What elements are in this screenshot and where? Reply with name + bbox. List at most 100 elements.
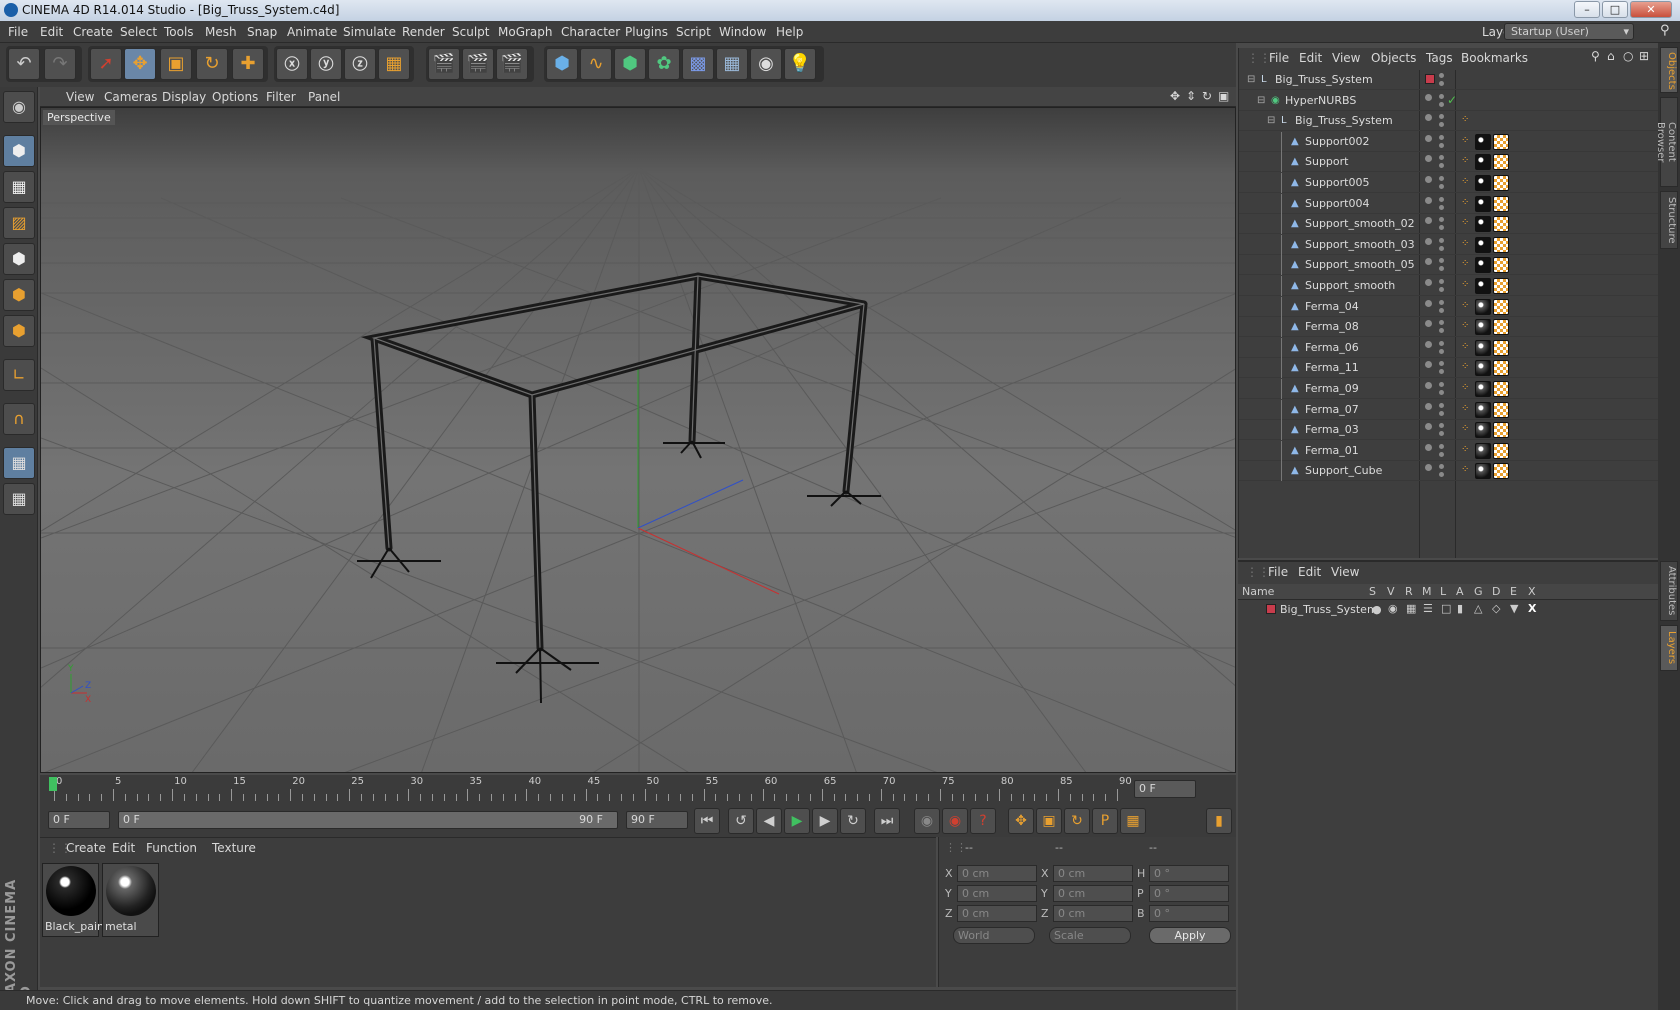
layer-row[interactable]: Big_Truss_System ● ◉ ▦ ☰ □ ▮ △ ◇ ▼ X	[1238, 601, 1658, 618]
undo-icon[interactable]: ↶	[8, 48, 40, 80]
render-visibility-dot[interactable]	[1439, 361, 1444, 367]
material-tag-icon[interactable]	[1475, 298, 1491, 315]
layer-generator-icon[interactable]: △	[1474, 602, 1482, 615]
render-visibility-dot[interactable]	[1439, 142, 1444, 148]
render-visibility-dot[interactable]	[1439, 340, 1444, 346]
size-z-field[interactable]: 0 cm	[1053, 905, 1133, 922]
editor-visibility-dot[interactable]	[1425, 423, 1432, 431]
workplane-lock-icon[interactable]: ▦	[3, 447, 35, 479]
key-scale-icon[interactable]: ▣	[1036, 808, 1062, 834]
cube-icon[interactable]: ⬢	[546, 48, 578, 80]
deformer-icon[interactable]: ▩	[682, 48, 714, 80]
render-visibility-dot[interactable]	[1439, 81, 1444, 86]
phong-tag-icon[interactable]: ⁘	[1461, 381, 1471, 397]
goto-prev-key-icon[interactable]: ↺	[728, 808, 754, 834]
uvw-tag-icon[interactable]	[1493, 360, 1509, 377]
timeline-ruler[interactable]: 0 5 10 15 20 25 30 35 40 45 50 55 60 65 70 75 80 85 90 0 F	[40, 775, 1236, 805]
render-visibility-dot[interactable]	[1439, 237, 1444, 243]
render-visibility-dot[interactable]	[1439, 163, 1444, 169]
tab-structure[interactable]: Structure	[1660, 191, 1678, 249]
home-icon[interactable]: ⌂	[1607, 49, 1615, 63]
uvw-tag-icon[interactable]	[1493, 175, 1509, 191]
layer-render-icon[interactable]: ▦	[1406, 602, 1416, 615]
render-visibility-dot[interactable]	[1439, 225, 1444, 231]
object-row[interactable]: ▲ Support005 ⁘	[1239, 173, 1659, 193]
layer-manager-icon[interactable]: ☰	[1423, 602, 1433, 615]
keyframe-selection-icon[interactable]: ?	[970, 808, 996, 834]
phong-tag-icon[interactable]: ⁘	[1461, 237, 1471, 253]
menu-simulate[interactable]: Simulate	[343, 25, 396, 39]
workplane-grid-icon[interactable]: ▦	[3, 483, 35, 515]
position-z-field[interactable]: 0 cm	[957, 905, 1037, 922]
render-visibility-dot[interactable]	[1439, 73, 1444, 78]
object-row[interactable]: ▲ Support_smooth_05 ⁘	[1239, 255, 1659, 276]
uvw-tag-icon[interactable]	[1493, 463, 1509, 480]
end-frame-field[interactable]: 90 F	[626, 811, 688, 829]
viewport-menu-display[interactable]: Display	[162, 90, 206, 104]
render-visibility-dot[interactable]	[1439, 443, 1444, 449]
coord-system-select[interactable]: World	[953, 927, 1035, 944]
phong-tag-icon[interactable]: ⁘	[1461, 113, 1471, 129]
editor-visibility-dot[interactable]	[1425, 258, 1432, 266]
recent-tool-icon[interactable]: ✚	[232, 48, 264, 80]
menu-edit[interactable]: Edit	[40, 25, 63, 39]
viewport-maximize-icon[interactable]: ▣	[1218, 89, 1229, 103]
object-row[interactable]: ▲ Ferma_07 ⁘	[1239, 399, 1659, 420]
menu-snap[interactable]: Snap	[247, 25, 277, 39]
material-swatch[interactable]: metal	[102, 863, 159, 937]
menu-select[interactable]: Select	[120, 25, 157, 39]
material-tag-icon[interactable]	[1475, 442, 1491, 459]
uvw-tag-icon[interactable]	[1493, 422, 1509, 439]
z-axis-lock-icon[interactable]: ⓩ	[344, 48, 376, 80]
layer-menu-file[interactable]: File	[1268, 565, 1288, 579]
layer-menu-view[interactable]: View	[1331, 565, 1359, 579]
material-tag-icon[interactable]	[1475, 401, 1491, 418]
layer-solo-icon[interactable]: ●	[1372, 603, 1382, 616]
tab-attributes[interactable]: Attributes	[1660, 561, 1678, 621]
material-swatch[interactable]: Black_pain	[42, 863, 104, 937]
layer-animation-icon[interactable]: ▮	[1457, 602, 1463, 615]
maximize-button[interactable]: □	[1602, 1, 1628, 18]
render-visibility-dot[interactable]	[1439, 287, 1444, 292]
goto-start-icon[interactable]: ⏮	[694, 808, 720, 834]
layer-expression-icon[interactable]: ▼	[1510, 602, 1518, 615]
editor-visibility-dot[interactable]	[1425, 155, 1432, 163]
y-axis-lock-icon[interactable]: ⓨ	[310, 48, 342, 80]
render-visibility-dot[interactable]	[1439, 348, 1444, 354]
editor-visibility-dot[interactable]	[1425, 340, 1432, 348]
menu-tools[interactable]: Tools	[164, 25, 194, 39]
frame-range-slider[interactable]: 0 F 90 F	[118, 811, 618, 829]
key-parameter-icon[interactable]: P	[1092, 808, 1118, 834]
workplane-mode-icon[interactable]: ▨	[3, 207, 35, 239]
redo-icon[interactable]: ↷	[44, 48, 76, 80]
object-menu-tags[interactable]: Tags	[1426, 51, 1453, 65]
phong-tag-icon[interactable]: ⁘	[1461, 278, 1471, 294]
object-row[interactable]: ▲ Ferma_11 ⁘	[1239, 358, 1659, 379]
editor-visibility-dot[interactable]	[1425, 320, 1432, 328]
editor-visibility-dot[interactable]	[1425, 93, 1432, 101]
material-tag-icon[interactable]	[1475, 216, 1491, 233]
render-visibility-dot[interactable]	[1439, 279, 1444, 284]
rotation-p-field[interactable]: 0 °	[1149, 885, 1229, 902]
size-mode-select[interactable]: Scale	[1049, 927, 1131, 944]
editor-visibility-dot[interactable]	[1425, 237, 1432, 245]
phong-tag-icon[interactable]: ⁘	[1461, 299, 1471, 315]
render-visibility-dot[interactable]	[1439, 101, 1444, 107]
uvw-tag-icon[interactable]	[1493, 339, 1509, 356]
editor-visibility-dot[interactable]	[1425, 299, 1432, 307]
editor-visibility-dot[interactable]	[1425, 279, 1432, 286]
viewport-menu-options[interactable]: Options	[212, 90, 258, 104]
object-row[interactable]: ⊟ L Big_Truss_System ⁘	[1239, 111, 1659, 132]
object-row[interactable]: ▲ Support ⁘	[1239, 152, 1659, 173]
object-menu-file[interactable]: File	[1269, 51, 1289, 65]
key-rotation-icon[interactable]: ↻	[1064, 808, 1090, 834]
render-visibility-dot[interactable]	[1439, 196, 1444, 202]
position-x-field[interactable]: 0 cm	[957, 865, 1037, 882]
rotation-b-field[interactable]: 0 °	[1149, 905, 1229, 922]
viewport-menu-view[interactable]: View	[66, 90, 94, 104]
coordinate-system-icon[interactable]: ▦	[378, 48, 410, 80]
uvw-tag-icon[interactable]	[1493, 236, 1509, 253]
uvw-tag-icon[interactable]	[1493, 298, 1509, 315]
material-menu-function[interactable]: Function	[146, 841, 197, 855]
viewport-rotate-icon[interactable]: ↻	[1202, 89, 1212, 103]
